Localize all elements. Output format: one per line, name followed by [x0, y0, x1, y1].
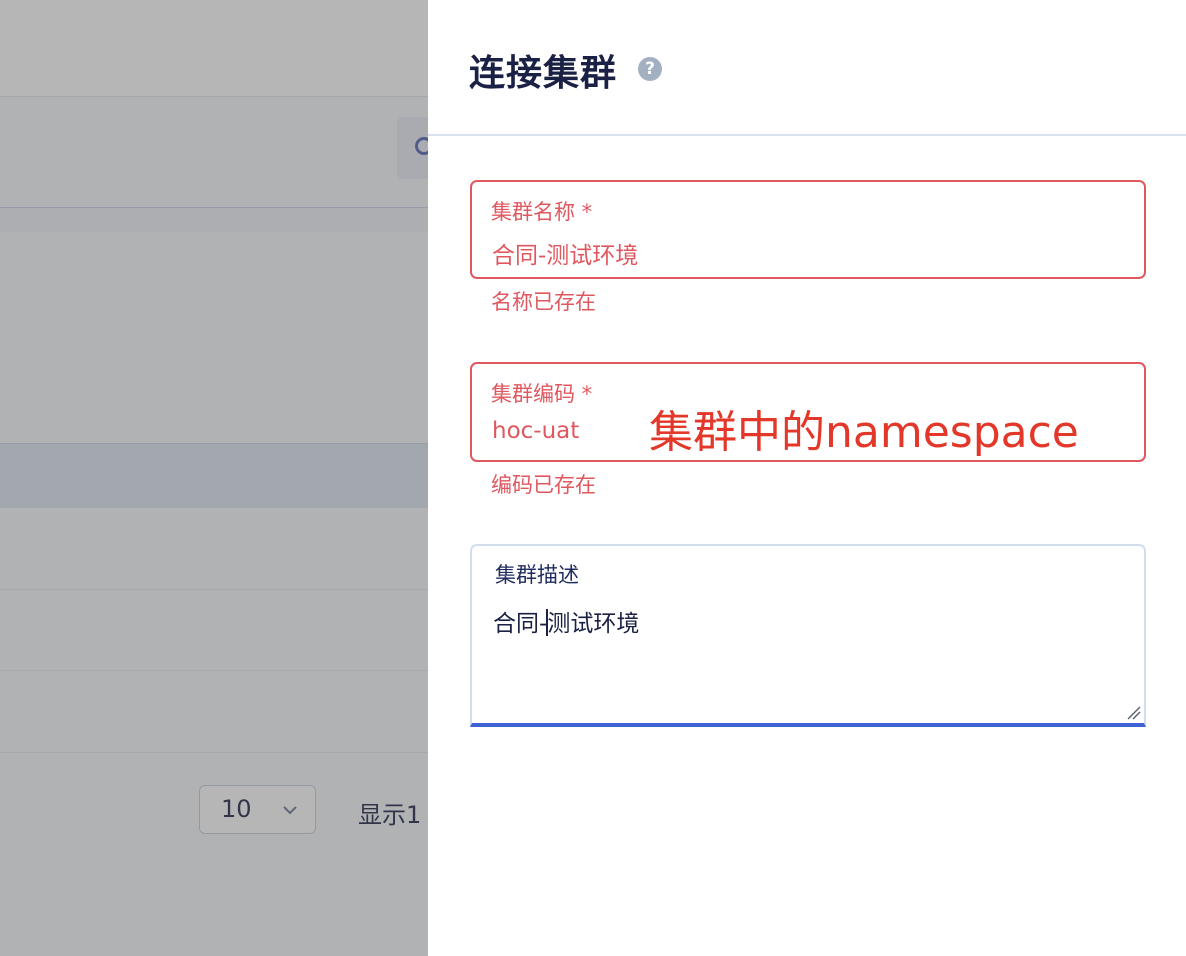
resize-handle-icon[interactable] [1125, 704, 1141, 720]
cluster-name-field[interactable]: 集群名称 * 合同-测试环境 [470, 180, 1146, 279]
cluster-code-error: 编码已存在 [491, 473, 596, 497]
cluster-code-input[interactable]: hoc-uat [492, 418, 579, 444]
cluster-code-label: 集群编码 * [491, 382, 593, 406]
connect-cluster-drawer: 连接集群 ? 集群名称 * 合同-测试环境 名称已存在 集群编码 * hoc-u… [428, 0, 1186, 956]
cluster-description-label: 集群描述 [495, 563, 579, 587]
cluster-name-input[interactable]: 合同-测试环境 [492, 236, 638, 270]
cluster-description-field[interactable]: 集群描述 合同-测试环境 [470, 544, 1146, 727]
cluster-description-textarea[interactable]: 合同-测试环境 [493, 604, 639, 638]
drawer-header: 连接集群 ? [428, 0, 1186, 136]
cluster-name-error: 名称已存在 [491, 290, 596, 314]
cluster-name-label: 集群名称 * [491, 200, 593, 224]
help-icon[interactable]: ? [638, 57, 662, 81]
description-text-after-caret: 测试环境 [547, 611, 640, 637]
drawer-title: 连接集群 [469, 53, 618, 94]
description-text-before-caret: 合同- [493, 611, 548, 637]
namespace-annotation: 集群中的namespace [649, 407, 1079, 458]
